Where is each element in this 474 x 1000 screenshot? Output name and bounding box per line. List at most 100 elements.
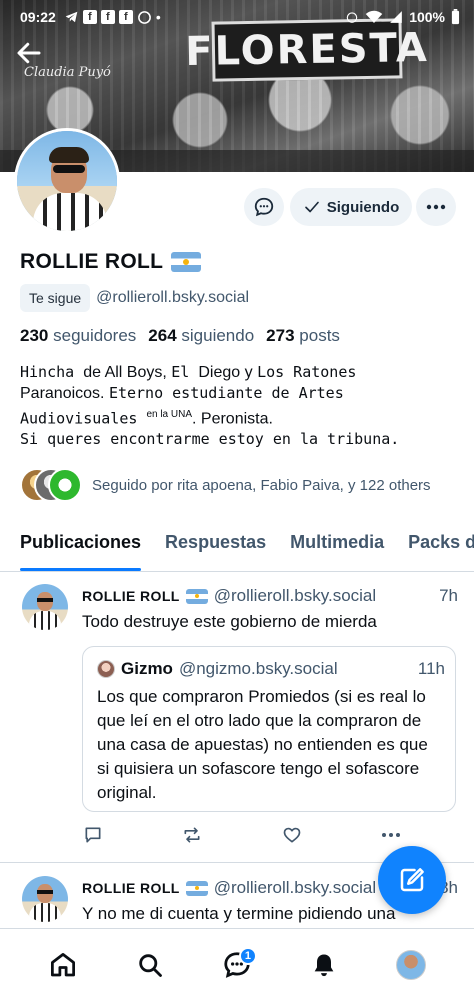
- wifi-icon: [365, 10, 383, 23]
- battery-icon: [451, 9, 460, 25]
- bio-line: Hincha de All Boys, El Diego y Los Raton…: [20, 362, 460, 383]
- following-stat[interactable]: 264 siguiendo: [148, 326, 254, 346]
- quoted-post[interactable]: Gizmo @ngizmo.bsky.social 11h Los que co…: [82, 646, 456, 812]
- tab-multimedia[interactable]: Multimedia: [278, 520, 396, 571]
- like-button[interactable]: [281, 824, 303, 846]
- post-more-button[interactable]: [380, 824, 402, 846]
- bio-fragment: Paranoicos.: [20, 385, 109, 402]
- nav-home[interactable]: [43, 945, 83, 985]
- avatar: [395, 949, 426, 980]
- profile-bio: Hincha de All Boys, El Diego y Los Raton…: [20, 362, 460, 450]
- post-timestamp: 7h: [439, 586, 458, 605]
- tab-respuestas[interactable]: Respuestas: [153, 520, 278, 571]
- compose-button[interactable]: [378, 846, 446, 914]
- ellipsis-icon: [426, 204, 446, 210]
- follows-you-badge: Te sigue: [20, 284, 91, 312]
- post-author-handle: @rollieroll.bsky.social: [213, 878, 377, 897]
- bio-fragment: Audiovisuales: [20, 409, 147, 428]
- avatar-shirt: [33, 193, 107, 231]
- post-text: Y no me di cuenta y termine pidiendo una: [82, 904, 396, 923]
- posts-stat: 273 posts: [266, 326, 340, 346]
- ellipsis-icon: [381, 833, 400, 837]
- post-actions: [82, 824, 402, 846]
- back-button[interactable]: [14, 38, 44, 68]
- following-button[interactable]: Siguiendo: [290, 188, 412, 226]
- status-time: 09:22: [20, 9, 56, 25]
- banner-script: Claudia Puyó: [24, 65, 111, 80]
- post-author-avatar[interactable]: [22, 876, 68, 922]
- known-followers-avatars: [20, 468, 82, 502]
- facebook-icon: f: [82, 10, 97, 24]
- profile-stats: 230 seguidores 264 siguiendo 273 posts: [20, 326, 340, 346]
- whatsapp-icon: [137, 10, 151, 24]
- nav-chat[interactable]: 1: [217, 945, 257, 985]
- argentina-flag-icon: [171, 252, 202, 272]
- argentina-flag-icon: [185, 588, 208, 604]
- signal-icon: [390, 11, 403, 23]
- bottom-navigation: 1: [0, 928, 474, 1000]
- tab-publicaciones[interactable]: Publicaciones: [0, 520, 153, 571]
- followed-by-row[interactable]: Seguido por rita apoena, Fabio Paiva, y …: [20, 468, 431, 502]
- reply-icon: [85, 827, 101, 843]
- avatar-shirt: [29, 611, 61, 630]
- followers-label: seguidores: [53, 326, 137, 345]
- nav-profile[interactable]: [391, 945, 431, 985]
- display-name-text: ROLLIE ROLL: [20, 250, 164, 273]
- avatar: [48, 468, 82, 502]
- profile-handle: @rollieroll.bsky.social: [96, 289, 250, 306]
- notification-icons: f f f •: [64, 9, 161, 25]
- profile-avatar[interactable]: [14, 128, 120, 234]
- telegram-icon: [65, 11, 78, 23]
- bio-fragment: El: [171, 363, 199, 381]
- home-icon: [51, 952, 76, 976]
- avatar-hair: [49, 147, 89, 163]
- more-options-button[interactable]: [416, 188, 456, 226]
- followers-count: 230: [20, 326, 49, 345]
- arrow-left-icon: [17, 42, 41, 64]
- chat-unread-badge: 1: [238, 946, 257, 965]
- avatar: [97, 660, 115, 678]
- status-right: 100%: [345, 9, 460, 25]
- bio-fragment: . Peronista.: [192, 410, 273, 428]
- following-count: 264: [148, 326, 177, 345]
- followers-stat[interactable]: 230 seguidores: [20, 326, 136, 346]
- bio-line: Paranoicos. Eterno estudiante de Artes: [20, 383, 460, 404]
- posts-count: 273: [266, 326, 295, 345]
- reply-button[interactable]: [82, 824, 104, 846]
- bio-line: Si queres encontrarme estoy en la tribun…: [20, 429, 460, 450]
- avatar-sunglasses: [37, 598, 53, 602]
- bio-fragment: Los Ratones: [257, 363, 357, 381]
- following-label-stat: siguiendo: [181, 326, 255, 345]
- post-header: ROLLIE ROLL @rollieroll.bsky.social 7h: [82, 586, 458, 606]
- heart-icon: [283, 827, 300, 843]
- tab-packs[interactable]: Packs d: [396, 520, 474, 571]
- post-author-name: ROLLIE ROLL: [82, 588, 180, 604]
- quoted-timestamp: 11h: [417, 659, 445, 678]
- post-text: Todo destruye este gobierno de mierda: [82, 612, 377, 631]
- quoted-post-header: Gizmo @ngizmo.bsky.social 11h: [97, 659, 445, 679]
- followed-by-text: Seguido por rita apoena, Fabio Paiva, y …: [92, 476, 431, 494]
- post-author-avatar[interactable]: [22, 584, 68, 630]
- facebook-icon: f: [118, 10, 133, 24]
- message-button[interactable]: [244, 188, 284, 226]
- avatar-sunglasses: [37, 890, 53, 894]
- avatar-shirt: [29, 903, 61, 922]
- bio-fragment: Eterno estudiante de Artes: [108, 384, 344, 402]
- bio-superscript: en la UNA: [146, 409, 193, 420]
- following-label: Siguiendo: [326, 198, 400, 216]
- bio-fragment: de All Boys,: [83, 364, 172, 381]
- nav-search[interactable]: [130, 945, 170, 985]
- handle-row: Te sigue @rollieroll.bsky.social: [20, 284, 249, 312]
- repost-button[interactable]: [181, 824, 203, 846]
- chat-bubble-icon: [254, 197, 274, 217]
- quoted-post-text: Los que compraron Promiedos (si es real …: [97, 687, 428, 802]
- search-icon: [139, 953, 163, 977]
- battery-level: 100%: [409, 9, 445, 25]
- bio-fragment: Si queres encontrarme estoy en la tribun…: [20, 430, 400, 449]
- check-icon: [304, 201, 319, 213]
- quoted-author-handle: @ngizmo.bsky.social: [178, 659, 338, 678]
- alarm-icon: [346, 12, 358, 23]
- post-author-handle: @rollieroll.bsky.social: [213, 586, 377, 605]
- bell-icon: [314, 954, 334, 976]
- nav-notifications[interactable]: [304, 945, 344, 985]
